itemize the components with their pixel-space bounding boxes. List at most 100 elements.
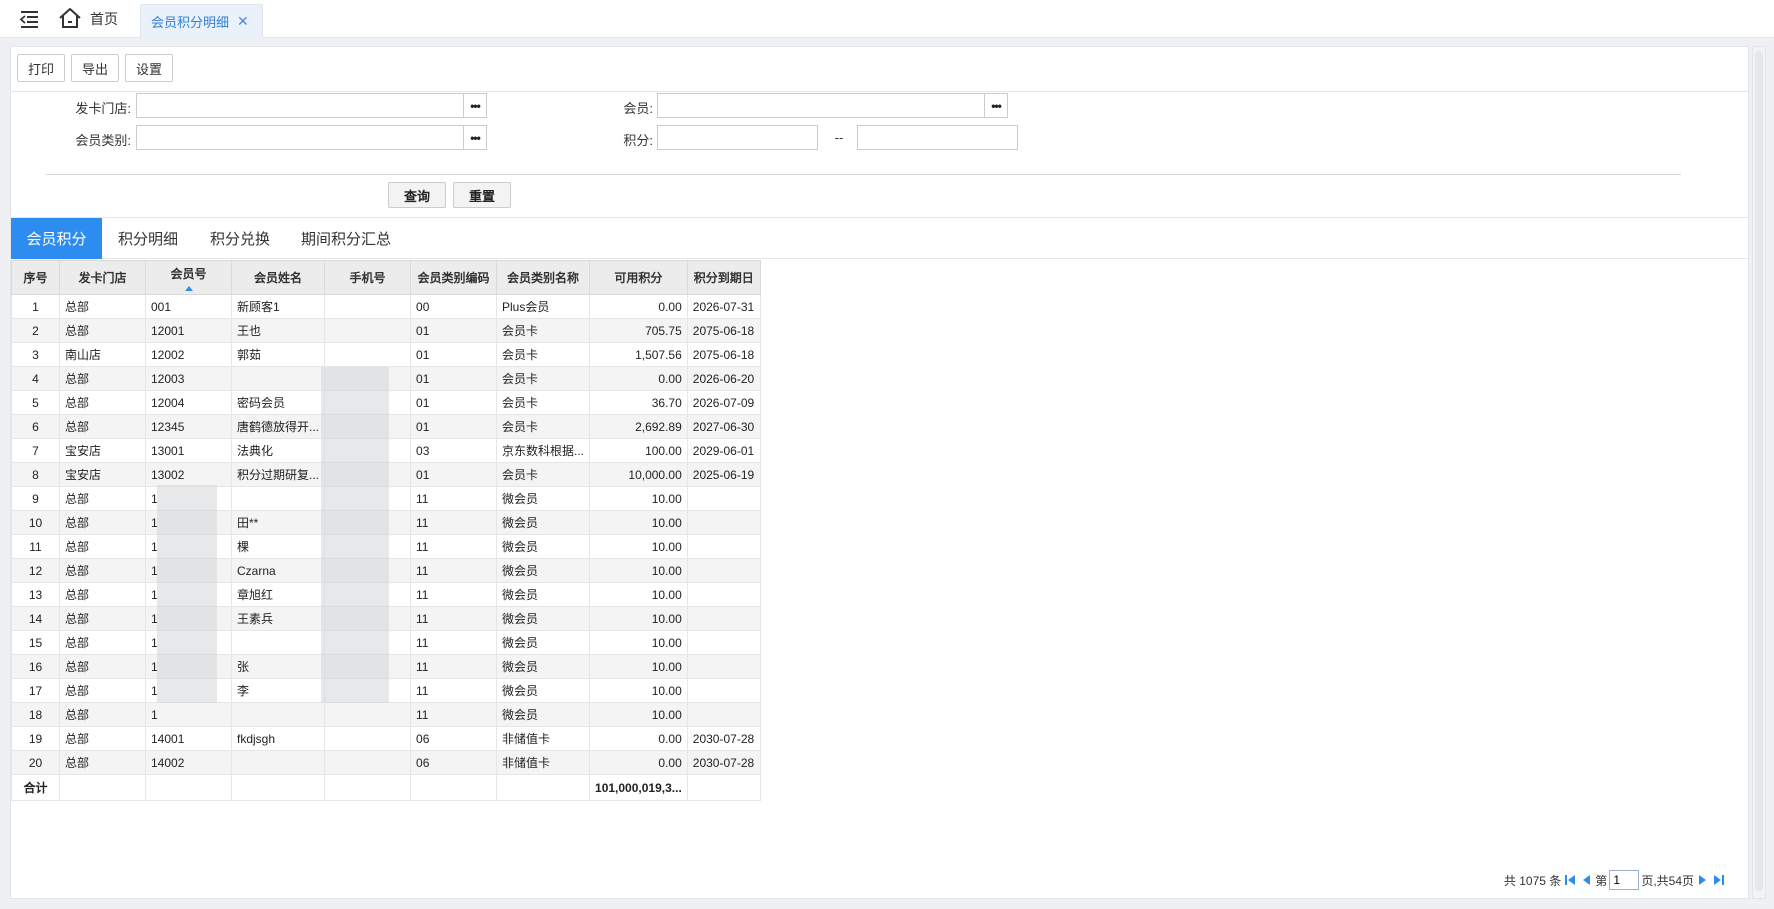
cell-points-expiry: 2027-06-30 (686, 414, 761, 439)
query-button[interactable]: 查询 (388, 182, 446, 208)
scrollbar-thumb[interactable] (1755, 51, 1763, 891)
cell-index: 18 (11, 702, 60, 727)
toolbar: 打印 导出 设置 (11, 47, 1748, 92)
cell-store: 宝安店 (59, 438, 146, 463)
points-from-input[interactable] (657, 125, 818, 150)
export-button[interactable]: 导出 (71, 54, 119, 82)
cell-category-name: 微会员 (496, 486, 591, 511)
cell-index: 19 (11, 726, 60, 751)
header-category-code[interactable]: 会员类别编码 (410, 260, 498, 295)
home-tab[interactable]: 首页 (58, 6, 118, 32)
table-row[interactable]: 18 总部 1 11 微会员 10.00 (11, 702, 761, 727)
cell-member-no: 13002 (145, 462, 232, 487)
cell-points-expiry: 2029-06-01 (686, 438, 761, 463)
table-row[interactable]: 2 总部 12001 王也 01 会员卡 705.75 2075-06-18 (11, 318, 761, 343)
category-input[interactable] (136, 125, 464, 150)
page-number-input[interactable] (1609, 870, 1640, 890)
cell-category-name: Plus会员 (496, 294, 591, 319)
header-points-expiry[interactable]: 积分到期日 (686, 260, 761, 295)
menu-toggle-icon[interactable] (18, 9, 40, 29)
header-member-name[interactable]: 会员姓名 (230, 260, 326, 295)
cell-index: 2 (11, 318, 60, 343)
cell-member-no: 001 (145, 294, 232, 319)
points-to-input[interactable] (857, 125, 1018, 150)
tab-points-detail[interactable]: 积分明细 (103, 218, 193, 259)
active-tab-label: 会员积分明细 (151, 15, 230, 30)
member-input[interactable] (657, 93, 985, 118)
table-row[interactable]: 20 总部 14002 06 非储值卡 0.00 2030-07-28 (11, 750, 761, 775)
cell-member-name: 郭茹 (230, 342, 326, 367)
cell-points-expiry: 2026-07-31 (686, 294, 761, 319)
total-empty-cell (59, 774, 146, 801)
next-page-icon[interactable] (1696, 873, 1710, 887)
cell-category-code: 11 (410, 510, 498, 535)
header-available-points[interactable]: 可用积分 (589, 260, 688, 295)
cell-store: 南山店 (59, 342, 146, 367)
masked-phone-numbers (321, 367, 389, 703)
table-row[interactable]: 1 总部 001 新顾客1 00 Plus会员 0.00 2026-07-31 (11, 294, 761, 319)
total-empty-cell (686, 774, 761, 801)
header-store[interactable]: 发卡门店 (59, 260, 146, 295)
cell-store: 总部 (59, 678, 146, 703)
header-index[interactable]: 序号 (11, 260, 60, 295)
sort-ascending-icon (184, 286, 193, 291)
cell-available-points: 705.75 (589, 318, 688, 343)
cell-available-points: 10.00 (589, 486, 688, 511)
cell-category-code: 11 (410, 534, 498, 559)
cell-index: 11 (11, 534, 60, 559)
tab-member-points-detail[interactable]: 会员积分明细 ✕ (140, 4, 263, 38)
store-picker-button[interactable]: ••• (463, 93, 487, 118)
member-picker-button[interactable]: ••• (984, 93, 1008, 118)
pager-page-suffix: 页,共54页 (1641, 873, 1694, 888)
cell-index: 10 (11, 510, 60, 535)
tab-period-points-summary[interactable]: 期间积分汇总 (287, 218, 405, 259)
table-row[interactable]: 19 总部 14001 fkdjsgh 06 非储值卡 0.00 2030-07-28 (11, 726, 761, 751)
prev-page-icon[interactable] (1579, 873, 1593, 887)
cell-member-name: 棵 (230, 534, 326, 559)
cell-category-name: 会员卡 (496, 390, 591, 415)
cell-category-code: 01 (410, 318, 498, 343)
cell-member-name: 章旭红 (230, 582, 326, 607)
close-tab-icon[interactable]: ✕ (237, 13, 249, 30)
cell-category-code: 01 (410, 414, 498, 439)
print-button[interactable]: 打印 (17, 54, 65, 82)
cell-available-points: 10,000.00 (589, 462, 688, 487)
cell-store: 总部 (59, 294, 146, 319)
cell-member-name: 王素兵 (230, 606, 326, 631)
tab-points-exchange[interactable]: 积分兑换 (195, 218, 285, 259)
total-empty-cell (145, 774, 232, 801)
category-picker-button[interactable]: ••• (463, 125, 487, 150)
cell-member-name: 田** (230, 510, 326, 535)
cell-category-name: 京东数科根据... (496, 438, 591, 463)
header-member-no[interactable]: 会员号 (145, 260, 232, 295)
cell-points-expiry (686, 510, 761, 535)
reset-button[interactable]: 重置 (453, 182, 511, 208)
vertical-scrollbar[interactable] (1752, 46, 1766, 899)
cell-points-expiry (686, 606, 761, 631)
cell-points-expiry (686, 582, 761, 607)
points-label: 积分: (623, 133, 653, 148)
member-label: 会员: (623, 101, 653, 116)
cell-category-code: 00 (410, 294, 498, 319)
cell-index: 3 (11, 342, 60, 367)
cell-available-points: 10.00 (589, 702, 688, 727)
cell-points-expiry: 2030-07-28 (686, 750, 761, 775)
cell-category-name: 非储值卡 (496, 726, 591, 751)
header-phone[interactable]: 手机号 (324, 260, 412, 295)
tab-member-points[interactable]: 会员积分 (11, 218, 102, 259)
cell-member-no: 14002 (145, 750, 232, 775)
last-page-icon[interactable] (1712, 873, 1726, 887)
cell-available-points: 1,507.56 (589, 342, 688, 367)
header-category-name[interactable]: 会员类别名称 (496, 260, 591, 295)
first-page-icon[interactable] (1563, 873, 1577, 887)
cell-member-name: fkdjsgh (230, 726, 326, 751)
cell-store: 总部 (59, 606, 146, 631)
cell-category-code: 01 (410, 462, 498, 487)
settings-button[interactable]: 设置 (125, 54, 173, 82)
cell-store: 总部 (59, 318, 146, 343)
cell-available-points: 36.70 (589, 390, 688, 415)
cell-store: 总部 (59, 654, 146, 679)
cell-member-name: 法典化 (230, 438, 326, 463)
store-input[interactable] (136, 93, 464, 118)
table-row[interactable]: 3 南山店 12002 郭茹 01 会员卡 1,507.56 2075-06-18 (11, 342, 761, 367)
